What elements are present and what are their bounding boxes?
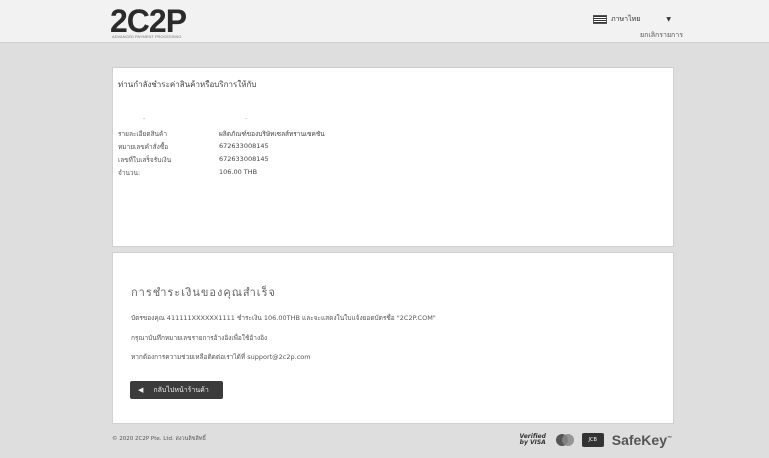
payment-card-message: บัตรของคุณ 411111XXXXXX1111 ชำระเงิน 106… [131,314,436,322]
back-arrow-icon: ◀ [138,386,144,394]
security-badges: Verified by VISA JCB SafeKey™ [518,430,672,450]
row-label: เลขที่ใบเสร็จรับเงิน [118,156,172,164]
language-label: ภาษาไทย [611,14,641,23]
mastercard-icon [555,434,574,446]
summary-row-order-number: หมายเลขคำสั่งซื้อ 672633008145 [118,142,518,152]
summary-title: ท่านกำลังชำระค่าสินค้าหรือบริการให้กับ [118,80,257,89]
row-label: หมายเลขคำสั่งซื้อ [118,143,169,151]
footer: © 2020 2C2P Pte. Ltd. สงวนลิขสิทธิ์ Veri… [112,430,672,450]
verified-by-visa-icon: Verified by VISA [519,433,546,446]
thai-flag-icon [593,14,607,24]
payment-result-panel: การชำระเงินของคุณสำเร็จ บัตรของคุณ 41111… [112,252,674,424]
summary-row-amount: จำนวน: 106.00 THB [118,168,518,178]
safekey-icon: SafeKey™ [611,432,672,448]
row-value: 672633008145 [219,142,269,150]
merchant-name-placeholder: - [245,115,248,122]
logo-subtitle: ADVANCED PAYMENT PROCESSING [112,34,182,39]
header: 2C2P ADVANCED PAYMENT PROCESSING ภาษาไทย… [0,0,769,43]
jcb-icon: JCB [581,433,604,447]
row-value: ผลิตภัณฑ์ของบริษัทเซลส์ทรานเซคชัน [219,130,325,138]
copyright-text: © 2020 2C2P Pte. Ltd. สงวนลิขสิทธิ์ [112,436,206,442]
row-label: รายละเอียดสินค้า [118,130,167,138]
summary-row-product: รายละเอียดสินค้า ผลิตภัณฑ์ของบริษัทเซลส์… [118,129,518,139]
brand-logo: 2C2P ADVANCED PAYMENT PROCESSING [110,3,210,40]
page: 2C2P ADVANCED PAYMENT PROCESSING ภาษาไทย… [0,0,769,458]
summary-row-receipt-number: เลขที่ใบเสร็จรับเงิน 672633008145 [118,155,518,165]
language-selector[interactable]: ภาษาไทย ▼ [593,12,671,26]
row-value: 106.00 THB [219,168,258,176]
payment-reference-note: กรุณาบันทึกหมายเลขรายการอ้างอิงเพื่อใช้อ… [131,334,268,342]
row-label: จำนวน: [118,169,141,177]
transaction-summary-panel: ท่านกำลังชำระค่าสินค้าหรือบริการให้กับ -… [112,67,674,247]
safekey-label: SafeKey [611,432,667,448]
logo-text: 2C2P [110,3,187,39]
cancel-transaction-link[interactable]: ยกเลิกรายการ [640,30,683,41]
row-value: 672633008145 [219,155,269,163]
back-to-merchant-button[interactable]: ◀ กลับไปหน้าร้านค้า [130,381,223,399]
merchant-logo-placeholder: - [143,115,146,122]
back-button-label: กลับไปหน้าร้านค้า [153,385,209,394]
payment-support-note: หากต้องการความช่วยเหลือติดต่อเราได้ที่ s… [131,353,311,361]
chevron-down-icon: ▼ [666,15,671,23]
payment-success-title: การชำระเงินของคุณสำเร็จ [131,286,276,299]
